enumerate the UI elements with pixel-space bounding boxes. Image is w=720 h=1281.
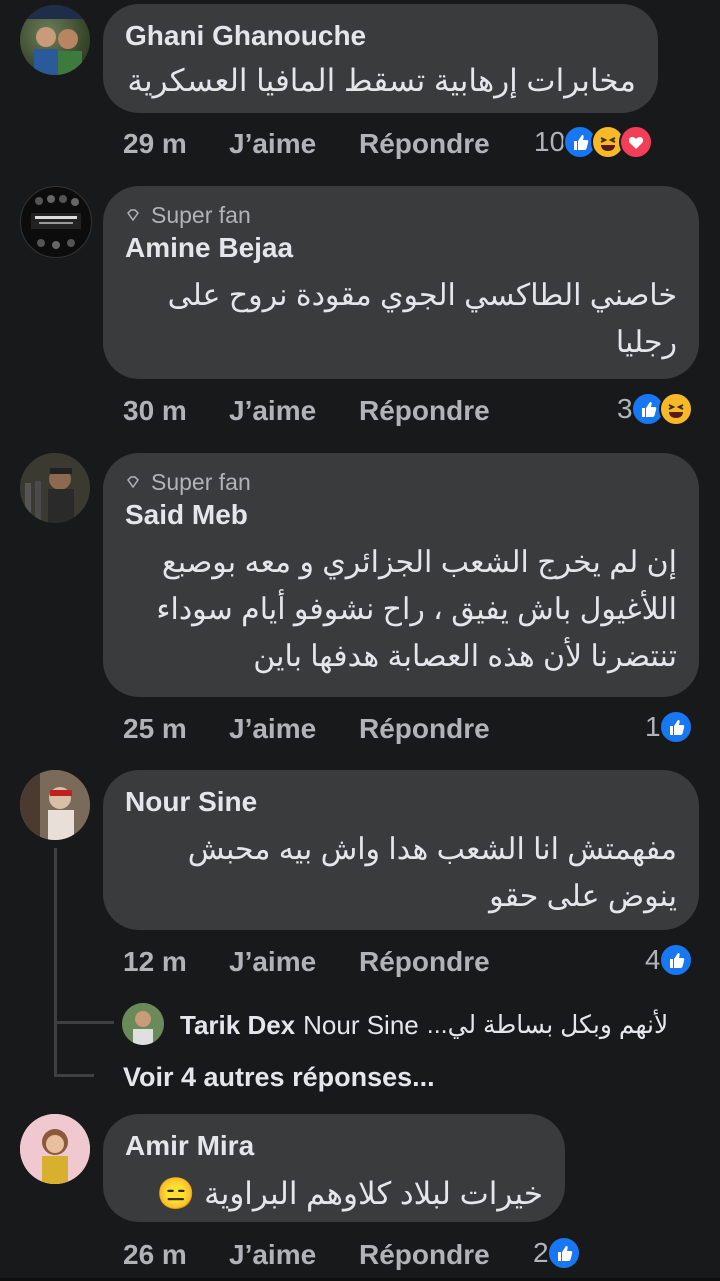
comment-time[interactable]: 12 m	[123, 946, 229, 978]
comment-text: مفهمتش انا الشعب هدا واش بيه محبش ينوض ع…	[187, 833, 677, 913]
reply-text: لأنهم وبكل بساطة لي...	[426, 1011, 669, 1039]
comment-time[interactable]: 30 m	[123, 395, 229, 427]
comment-text: إن لم يخرج الشعب الجزائري و معه بوصبع ال…	[156, 546, 677, 673]
avatar[interactable]	[122, 1003, 164, 1045]
thread-connector	[54, 848, 57, 1076]
thread-connector	[54, 1074, 94, 1077]
reply-button[interactable]: Répondre	[359, 713, 490, 745]
like-button[interactable]: J’aime	[229, 395, 359, 427]
like-button[interactable]: J’aime	[229, 128, 359, 160]
comment-author[interactable]: Ghani Ghanouche	[125, 18, 636, 54]
more-replies-link[interactable]: Voir 4 autres réponses...	[123, 1062, 435, 1093]
like-icon	[658, 943, 693, 977]
reply-button[interactable]: Répondre	[359, 1239, 490, 1271]
diamond-icon	[127, 209, 139, 222]
avatar[interactable]	[20, 5, 90, 75]
like-button[interactable]: J’aime	[229, 713, 359, 745]
avatar[interactable]	[20, 453, 90, 523]
reply-mention[interactable]: Nour Sine	[303, 1010, 419, 1041]
comment-bubble: Super fan Amine Bejaa خاصني الطاكسي الجو…	[103, 186, 699, 379]
comment-actions: 30 m J’aime Répondre	[123, 391, 490, 431]
comment-text: خاصني الطاكسي الجوي مقودة نروح على رجليا	[167, 279, 677, 359]
avatar[interactable]	[20, 770, 90, 840]
badge-label: Super fan	[151, 201, 251, 228]
reactions[interactable]: 3	[617, 389, 693, 429]
like-icon	[546, 1236, 581, 1270]
like-button[interactable]: J’aime	[229, 1239, 359, 1271]
comment-author[interactable]: Amine Bejaa	[125, 230, 677, 266]
thread-connector	[54, 1021, 114, 1024]
reply-button[interactable]: Répondre	[359, 395, 490, 427]
avatar-photo-icon	[122, 1003, 164, 1045]
avatar[interactable]	[20, 186, 92, 258]
avatar-photo-icon	[20, 453, 90, 523]
diamond-icon	[127, 476, 139, 489]
reactions[interactable]: 2	[533, 1233, 581, 1273]
reply-preview[interactable]: Tarik Dex Nour Sine لأنهم وبكل بساطة لي.…	[180, 1008, 668, 1042]
avatar-photo-icon	[20, 1114, 90, 1184]
love-icon	[619, 125, 654, 159]
reply-button[interactable]: Répondre	[359, 946, 490, 978]
badge-label: Super fan	[151, 468, 251, 495]
avatar-photo-icon	[20, 770, 90, 840]
reaction-count: 10	[534, 126, 566, 157]
comment-bubble: Super fan Said Meb إن لم يخرج الشعب الجز…	[103, 453, 699, 697]
comment-actions: 29 m J’aime Répondre	[123, 124, 490, 164]
haha-icon	[658, 392, 693, 426]
reactions[interactable]: 4	[645, 940, 693, 980]
like-button[interactable]: J’aime	[229, 946, 359, 978]
comment-actions: 12 m J’aime Répondre	[123, 942, 490, 982]
comment-author[interactable]: Amir Mira	[125, 1128, 543, 1164]
comment-bubble: Nour Sine مفهمتش انا الشعب هدا واش بيه م…	[103, 770, 699, 930]
reply-author[interactable]: Tarik Dex	[180, 1010, 295, 1041]
comment-author[interactable]: Nour Sine	[125, 784, 677, 820]
comment-author[interactable]: Said Meb	[125, 497, 677, 533]
reactions[interactable]: 1	[645, 707, 693, 747]
comment-actions: 25 m J’aime Répondre	[123, 709, 490, 749]
comment-bubble: Ghani Ghanouche مخابرات إرهابية تسقط الم…	[103, 4, 658, 113]
avatar[interactable]	[20, 1114, 90, 1184]
avatar-photo-icon	[20, 5, 90, 75]
comment-text: خيرات لبلاد كلاوهم البراوية 😑	[156, 1176, 543, 1211]
comment-bubble: Amir Mira خيرات لبلاد كلاوهم البراوية 😑	[103, 1114, 565, 1222]
like-icon	[658, 710, 693, 744]
avatar-photo-icon	[31, 195, 81, 249]
comment-text: مخابرات إرهابية تسقط المافيا العسكرية	[127, 63, 636, 98]
comment-time[interactable]: 26 m	[123, 1239, 229, 1271]
super-fan-badge: Super fan	[125, 200, 677, 230]
comment-time[interactable]: 29 m	[123, 128, 229, 160]
reactions[interactable]: 10	[534, 122, 654, 162]
super-fan-badge: Super fan	[125, 467, 677, 497]
comment-time[interactable]: 25 m	[123, 713, 229, 745]
comment-actions: 26 m J’aime Répondre	[123, 1235, 490, 1275]
reply-button[interactable]: Répondre	[359, 128, 490, 160]
